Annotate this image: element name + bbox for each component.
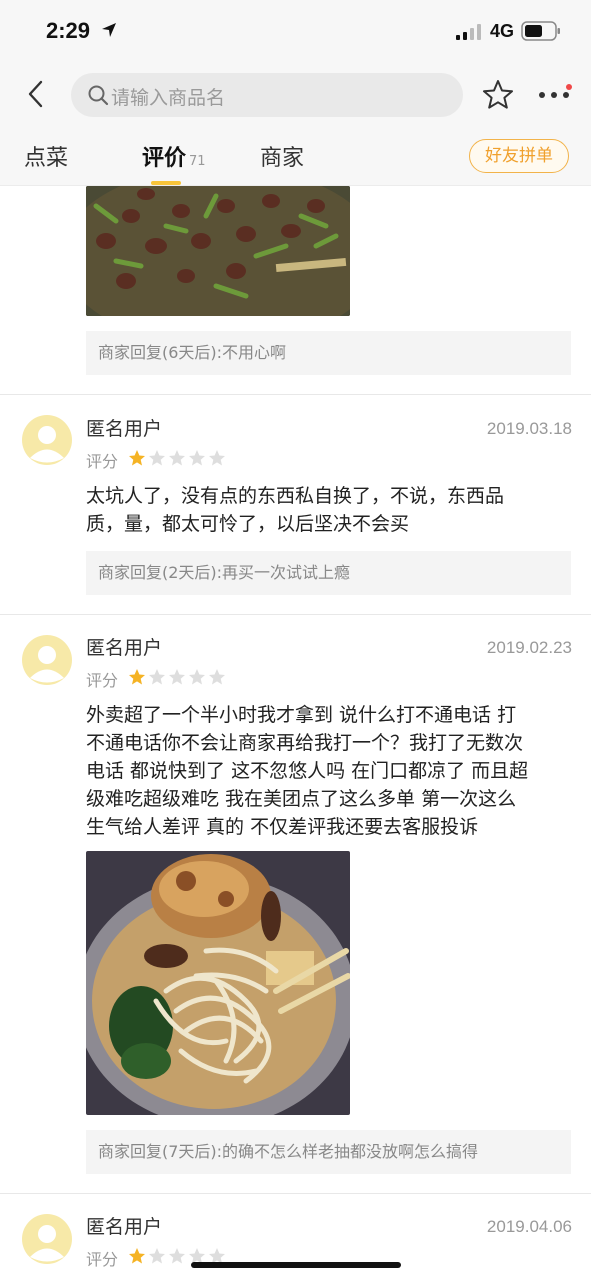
review-count: 71 [189, 154, 206, 169]
search-placeholder: 请输入商品名 [111, 87, 226, 109]
review-text-line: 级难吃超级难吃 我在美团点了这么多单 第一次这么 [86, 788, 517, 810]
back-arrow-icon[interactable] [22, 78, 50, 110]
avatar [22, 415, 72, 465]
rating-stars [129, 669, 225, 685]
merchant-reply: 商家回复(2天后):再买一次试试上瘾 [86, 551, 571, 595]
review-text-line: 不通电话你不会让商家再给我打一个？我打了无数次 [86, 732, 524, 754]
divider [0, 394, 591, 395]
merchant-reply: 商家回复(6天后):不用心啊 [86, 331, 571, 375]
reviews-list: 商家回复(6天后):不用心啊 匿名用户 2019.03.18 评分 太坑人了，没… [0, 186, 591, 1279]
rating-stars [129, 450, 225, 466]
reviewer-name: 匿名用户 [86, 1216, 163, 1238]
review-text-line: 外卖超了一个半小时我才拿到 说什么打不通电话 打 [86, 704, 517, 726]
status-bar: 2:29 4G [0, 0, 591, 62]
review-text-line: 电话 都说快到了 这不忽悠人吗 在门口都凉了 而且超 [86, 760, 529, 782]
tab-reviews-label: 评价 [142, 146, 187, 171]
tab-bar: 点菜 评价 71 商家 好友拼单 [0, 126, 591, 186]
review-photo[interactable] [86, 186, 350, 316]
tab-merchant[interactable]: 商家 [260, 140, 304, 172]
avatar [22, 635, 72, 685]
review-text: 外卖超了一个半小时我才拿到 说什么打不通电话 打 不通电话你不会让商家再给我打一… [86, 701, 571, 841]
review-text-line: 生气给人差评 真的 不仅差评我还要去客服投诉 [86, 816, 479, 838]
score-label: 评分 [86, 452, 119, 471]
divider [0, 1193, 591, 1194]
review-text: 太坑人了，没有点的东西私自换了，不说，东西品 质，量，都太可怜了，以后坚决不会买 [86, 482, 571, 538]
search-icon [88, 85, 109, 106]
score-label: 评分 [86, 1250, 119, 1269]
tab-reviews[interactable]: 评价 71 [142, 140, 206, 172]
reviewer-name: 匿名用户 [86, 418, 163, 440]
review-date: 2019.04.06 [486, 1217, 572, 1236]
review-photo[interactable] [86, 851, 350, 1115]
search-header: 请输入商品名 [0, 62, 591, 126]
favorite-star-icon[interactable] [481, 78, 515, 112]
home-indicator[interactable] [191, 1262, 401, 1268]
location-arrow-icon [102, 23, 116, 37]
review-text-line: 太坑人了，没有点的东西私自换了，不说，东西品 [86, 485, 505, 507]
review-text-line: 质，量，都太可怜了，以后坚决不会买 [86, 513, 410, 535]
noodle-bowl-image [86, 851, 350, 1115]
tab-order[interactable]: 点菜 [24, 140, 68, 172]
review-date: 2019.03.18 [486, 419, 572, 438]
active-tab-indicator [151, 181, 181, 185]
review-date: 2019.02.23 [486, 638, 572, 657]
network-label: 4G [490, 21, 515, 41]
status-time: 2:29 [46, 18, 91, 43]
beans-soup-image [86, 186, 350, 316]
merchant-reply: 商家回复(7天后):的确不怎么样老抽都没放啊怎么搞得 [86, 1130, 571, 1174]
divider [0, 614, 591, 615]
battery-icon [521, 21, 560, 41]
friend-group-order-button[interactable]: 好友拼单 [469, 139, 569, 173]
reviewer-name: 匿名用户 [86, 637, 163, 659]
search-input[interactable]: 请输入商品名 [71, 73, 463, 117]
avatar [22, 1214, 72, 1264]
score-label: 评分 [86, 671, 119, 690]
signal-icon [456, 24, 481, 40]
more-options-icon[interactable] [536, 84, 572, 104]
